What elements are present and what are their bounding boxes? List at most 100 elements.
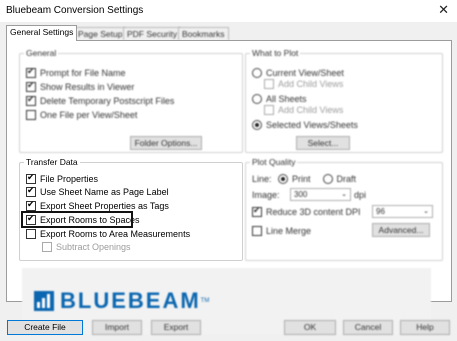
checkmark-icon: ✔ bbox=[27, 66, 35, 76]
all-add-child-option[interactable]: Add Child Views bbox=[264, 105, 343, 115]
what-to-plot-group: What to Plot Current View/Sheet Add Chil… bbox=[245, 48, 443, 153]
delete-temp-option[interactable]: ✔ Delete Temporary Postscript Files bbox=[26, 94, 174, 106]
general-title: General bbox=[24, 48, 59, 58]
select-button[interactable]: Select... bbox=[296, 136, 350, 150]
checkmark-icon: ✔ bbox=[27, 172, 35, 182]
checkbox[interactable]: ✔ bbox=[26, 185, 36, 197]
checkmark-icon: ✔ bbox=[27, 185, 35, 195]
print-radio[interactable] bbox=[278, 174, 288, 184]
image-dpi-value: 300 bbox=[294, 190, 308, 199]
sheet-name-label-option[interactable]: ✔ Use Sheet Name as Page Label bbox=[26, 185, 169, 197]
checkmark-icon: ✔ bbox=[27, 80, 35, 90]
checkbox[interactable] bbox=[264, 79, 274, 89]
cancel-button[interactable]: Cancel bbox=[343, 320, 393, 335]
one-file-per-view-option[interactable]: One File per View/Sheet bbox=[26, 110, 137, 120]
tab-page-setup[interactable]: Page Setup bbox=[74, 27, 127, 40]
close-icon[interactable]: ✕ bbox=[438, 2, 449, 18]
checkbox[interactable]: ✔ bbox=[252, 205, 262, 217]
help-button[interactable]: Help bbox=[400, 320, 450, 335]
radio[interactable] bbox=[252, 68, 262, 78]
settings-panel: General ✔ Prompt for File Name ✔ Show Re… bbox=[6, 40, 452, 334]
radio[interactable] bbox=[252, 120, 262, 130]
option-label: Export Rooms to Area Measurements bbox=[40, 229, 191, 239]
checkbox[interactable]: ✔ bbox=[26, 199, 36, 211]
current-add-child-option[interactable]: Add Child Views bbox=[264, 79, 343, 89]
line-merge-option[interactable]: Line Merge bbox=[252, 226, 311, 236]
radio-dot-icon bbox=[255, 123, 259, 127]
show-results-option[interactable]: ✔ Show Results in Viewer bbox=[26, 80, 135, 92]
option-label: Line Merge bbox=[266, 226, 312, 236]
reduce-dpi-value: 96 bbox=[376, 207, 385, 216]
chevron-down-icon: ⌄ bbox=[341, 191, 347, 198]
create-file-button[interactable]: Create File bbox=[7, 320, 83, 335]
window-title: Bluebeam Conversion Settings bbox=[6, 5, 144, 16]
option-label: Subtract Openings bbox=[56, 242, 131, 252]
dpi-unit: dpi bbox=[354, 190, 367, 200]
checkbox[interactable]: ✔ bbox=[26, 94, 36, 106]
option-label: Selected Views/Sheets bbox=[266, 120, 358, 130]
option-label: Use Sheet Name as Page Label bbox=[40, 187, 169, 197]
folder-options-button[interactable]: Folder Options... bbox=[130, 136, 202, 150]
general-group: General ✔ Prompt for File Name ✔ Show Re… bbox=[19, 48, 243, 153]
tab-pdf-security[interactable]: PDF Security bbox=[123, 27, 182, 40]
bluebeam-logo: BLUEBEAM TM bbox=[34, 288, 209, 314]
checkbox[interactable]: ✔ bbox=[26, 80, 36, 92]
checkbox[interactable]: ✔ bbox=[26, 66, 36, 78]
option-label: Add Child Views bbox=[278, 105, 344, 115]
prompt-file-name-option[interactable]: ✔ Prompt for File Name bbox=[26, 66, 126, 78]
checkbox[interactable] bbox=[252, 226, 262, 236]
option-label: Current View/Sheet bbox=[266, 68, 344, 78]
option-label: File Properties bbox=[40, 174, 99, 184]
image-quality-row: Image: bbox=[252, 190, 280, 200]
option-label: Add Child Views bbox=[278, 79, 344, 89]
highlight-box bbox=[21, 211, 133, 228]
title-bar: Bluebeam Conversion Settings ✕ bbox=[0, 0, 457, 22]
sheet-properties-tags-option[interactable]: ✔ Export Sheet Properties as Tags bbox=[26, 199, 169, 211]
draft-label: Draft bbox=[336, 174, 357, 184]
brand-name: BLUEBEAM bbox=[60, 288, 201, 313]
radio[interactable] bbox=[252, 94, 262, 104]
all-sheets-option[interactable]: All Sheets bbox=[252, 94, 307, 104]
import-button[interactable]: Import bbox=[92, 320, 142, 335]
checkbox[interactable] bbox=[26, 110, 36, 120]
option-label: Prompt for File Name bbox=[40, 68, 126, 78]
line-label: Line: bbox=[252, 174, 272, 184]
checkmark-icon: ✔ bbox=[27, 199, 35, 209]
checkbox[interactable] bbox=[26, 229, 36, 239]
plot-quality-title: Plot Quality bbox=[250, 157, 298, 167]
option-label: Show Results in Viewer bbox=[40, 82, 135, 92]
reduce-3d-option[interactable]: ✔ Reduce 3D content DPI bbox=[252, 205, 361, 217]
plot-quality-group: Plot Quality Line: Print Draft Image: 30… bbox=[245, 157, 443, 261]
image-label: Image: bbox=[252, 190, 280, 200]
checkmark-icon: ✔ bbox=[27, 94, 35, 104]
line-quality-row: Line: Print Draft bbox=[252, 174, 356, 184]
checkbox[interactable] bbox=[264, 105, 274, 115]
checkbox[interactable]: ✔ bbox=[26, 172, 36, 184]
chevron-down-icon: ⌄ bbox=[423, 208, 429, 215]
option-label: All Sheets bbox=[266, 94, 307, 104]
draft-radio[interactable] bbox=[322, 174, 333, 184]
advanced-button[interactable]: Advanced... bbox=[372, 223, 430, 237]
option-label: One File per View/Sheet bbox=[40, 110, 138, 120]
what-to-plot-title: What to Plot bbox=[250, 48, 301, 58]
export-button[interactable]: Export bbox=[151, 320, 201, 335]
option-label: Export Sheet Properties as Tags bbox=[40, 201, 169, 211]
file-properties-option[interactable]: ✔ File Properties bbox=[26, 172, 99, 184]
transfer-data-group: Transfer Data ✔ File Properties ✔ Use Sh… bbox=[19, 157, 243, 261]
reduce-dpi-select[interactable]: 96 ⌄ bbox=[372, 205, 433, 218]
trademark: TM bbox=[200, 298, 210, 304]
image-dpi-select[interactable]: 300 ⌄ bbox=[290, 188, 351, 201]
ok-button[interactable]: OK bbox=[284, 320, 336, 335]
transfer-data-title: Transfer Data bbox=[24, 157, 80, 167]
tab-general-settings[interactable]: General Settings bbox=[6, 25, 78, 41]
export-rooms-area-option[interactable]: Export Rooms to Area Measurements bbox=[26, 229, 190, 239]
current-view-option[interactable]: Current View/Sheet bbox=[252, 68, 344, 78]
bluebeam-mark-icon bbox=[34, 291, 54, 311]
selected-views-option[interactable]: Selected Views/Sheets bbox=[252, 120, 358, 130]
subtract-openings-option[interactable]: Subtract Openings bbox=[42, 242, 131, 252]
checkmark-icon: ✔ bbox=[253, 205, 261, 215]
print-label: Print bbox=[292, 174, 311, 184]
checkbox[interactable] bbox=[42, 242, 52, 252]
option-label: Reduce 3D content DPI bbox=[266, 207, 361, 217]
tab-bookmarks[interactable]: Bookmarks bbox=[178, 27, 229, 40]
